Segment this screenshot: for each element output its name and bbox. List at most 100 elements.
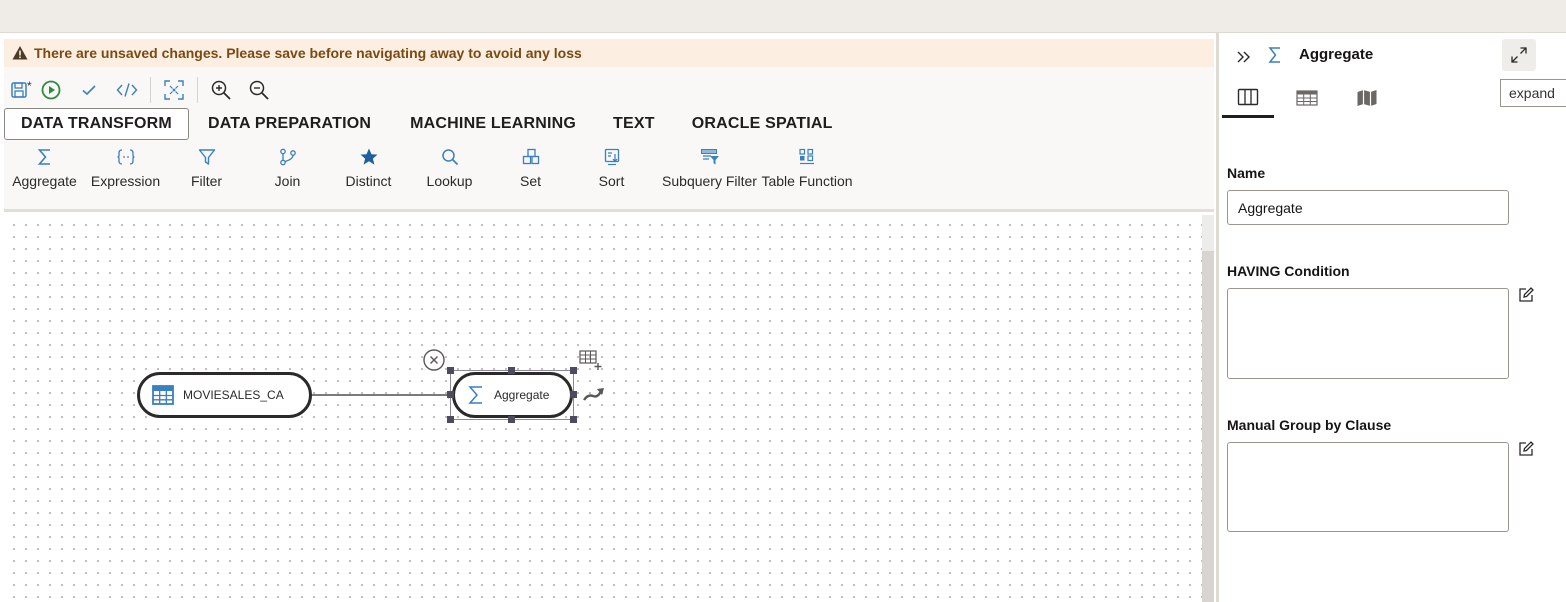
expression-icon <box>116 149 135 165</box>
columns-icon <box>1237 88 1259 105</box>
table-grid-icon <box>1296 90 1318 106</box>
canvas-scrollbar[interactable] <box>1202 251 1214 602</box>
palette-label: Table Function <box>761 173 853 189</box>
tab-map[interactable] <box>1341 78 1393 118</box>
zoom-out-icon <box>249 80 269 100</box>
resize-handle[interactable] <box>570 391 577 398</box>
operator-category-tabs: DATA TRANSFORM DATA PREPARATION MACHINE … <box>4 108 852 140</box>
expand-button[interactable] <box>1502 39 1536 71</box>
code-icon <box>116 83 138 97</box>
palette-label: Set <box>519 173 541 189</box>
palette-expression[interactable]: Expression <box>85 145 166 195</box>
sigma-icon <box>1268 47 1280 63</box>
edit-icon <box>1519 441 1534 456</box>
validate-button[interactable] <box>74 75 104 105</box>
source-node[interactable]: MOVIESALES_CA <box>137 372 312 418</box>
panel-title: Aggregate <box>1299 46 1374 63</box>
resize-handle[interactable] <box>508 416 515 423</box>
resize-handle[interactable] <box>447 391 454 398</box>
unsaved-changes-banner: There are unsaved changes. Please save b… <box>4 39 1214 67</box>
palette-table-function[interactable]: Table Function <box>761 145 853 195</box>
palette-lookup[interactable]: Lookup <box>409 145 490 195</box>
map-icon <box>1357 90 1377 106</box>
zoom-in-icon <box>211 80 231 100</box>
aggregate-node[interactable]: Aggregate <box>452 372 573 418</box>
having-condition-label: HAVING Condition <box>1227 263 1350 279</box>
table-function-icon <box>799 148 814 165</box>
tab-text[interactable]: TEXT <box>597 108 671 140</box>
resize-handle[interactable] <box>508 367 515 374</box>
palette-filter[interactable]: Filter <box>166 145 247 195</box>
resize-handle[interactable] <box>447 416 454 423</box>
toolbar-area: * DATA TRANSFORM DATA PREPARATION MACHIN… <box>4 67 1214 212</box>
palette-label: Distinct <box>345 173 392 189</box>
validate-icon <box>82 85 96 96</box>
add-table-icon[interactable] <box>579 349 603 371</box>
sigma-icon <box>37 149 50 165</box>
unsaved-marker: * <box>27 79 32 93</box>
palette-distinct[interactable]: Distinct <box>328 145 409 195</box>
palette-aggregate[interactable]: Aggregate <box>4 145 85 195</box>
tab-oracle-spatial[interactable]: ORACLE SPATIAL <box>676 108 849 140</box>
palette-label: Filter <box>190 173 223 189</box>
tab-data-transform[interactable]: DATA TRANSFORM <box>4 108 189 140</box>
name-input[interactable] <box>1227 190 1509 225</box>
code-button[interactable] <box>112 75 142 105</box>
palette-sort[interactable]: Sort <box>571 145 652 195</box>
palette-set[interactable]: Set <box>490 145 571 195</box>
properties-panel: Aggregate expand Name HAVING Condition M… <box>1216 33 1566 602</box>
expand-icon <box>1511 47 1527 63</box>
edit-icon <box>1519 287 1534 302</box>
palette-label: Subquery Filter <box>662 173 757 189</box>
palette-label: Join <box>274 173 301 189</box>
collapse-panel-icon[interactable] <box>1236 49 1252 65</box>
run-icon <box>41 80 61 100</box>
connect-arrow-icon[interactable] <box>582 385 606 403</box>
sort-icon <box>604 148 619 166</box>
set-icon <box>522 148 539 165</box>
edit-group-by-button[interactable] <box>1515 438 1537 460</box>
tab-machine-learning[interactable]: MACHINE LEARNING <box>394 108 592 140</box>
action-toolbar: * <box>4 75 274 105</box>
group-by-textarea[interactable] <box>1227 442 1509 532</box>
zoom-in-button[interactable] <box>206 75 236 105</box>
table-icon <box>152 385 174 405</box>
zoom-out-button[interactable] <box>244 75 274 105</box>
palette-label: Sort <box>598 173 625 189</box>
remove-node-icon[interactable] <box>422 348 446 372</box>
having-condition-textarea[interactable] <box>1227 288 1509 379</box>
resize-handle[interactable] <box>570 367 577 374</box>
browser-top-band <box>0 0 1566 32</box>
toolbar-divider <box>149 77 151 103</box>
subquery-filter-icon <box>700 149 719 165</box>
group-by-label: Manual Group by Clause <box>1227 417 1392 433</box>
app-shell: There are unsaved changes. Please save b… <box>0 32 1566 602</box>
data-flow-editor: There are unsaved changes. Please save b… <box>4 39 1214 602</box>
palette-label: Aggregate <box>12 173 77 189</box>
aggregate-node-label: Aggregate <box>494 388 550 402</box>
flow-canvas[interactable]: MOVIESALES_CA Aggregate <box>4 215 1204 602</box>
tab-data-grid[interactable] <box>1281 78 1333 118</box>
sigma-icon <box>468 386 482 404</box>
edit-having-button[interactable] <box>1515 284 1537 306</box>
expand-tooltip: expand <box>1500 79 1566 107</box>
palette-subquery-filter[interactable]: Subquery Filter <box>657 145 762 195</box>
resize-handle[interactable] <box>447 367 454 374</box>
star-icon <box>360 148 377 165</box>
fit-to-screen-button[interactable] <box>159 75 189 105</box>
resize-handle[interactable] <box>570 416 577 423</box>
fit-to-screen-icon <box>163 80 184 100</box>
flow-connector <box>304 391 455 399</box>
palette-label: Expression <box>90 173 161 189</box>
run-button[interactable] <box>36 75 66 105</box>
unsaved-changes-text: There are unsaved changes. Please save b… <box>34 45 582 61</box>
palette-join[interactable]: Join <box>247 145 328 195</box>
filter-icon <box>198 149 215 165</box>
canvas-scrollbar-track <box>1202 215 1214 251</box>
join-icon <box>279 148 296 166</box>
tab-columns[interactable] <box>1222 78 1274 118</box>
source-node-label: MOVIESALES_CA <box>183 388 284 402</box>
operator-palette: Aggregate Expression Filter Join Distinc… <box>4 145 853 195</box>
name-label: Name <box>1227 165 1266 181</box>
tab-data-preparation[interactable]: DATA PREPARATION <box>192 108 387 140</box>
